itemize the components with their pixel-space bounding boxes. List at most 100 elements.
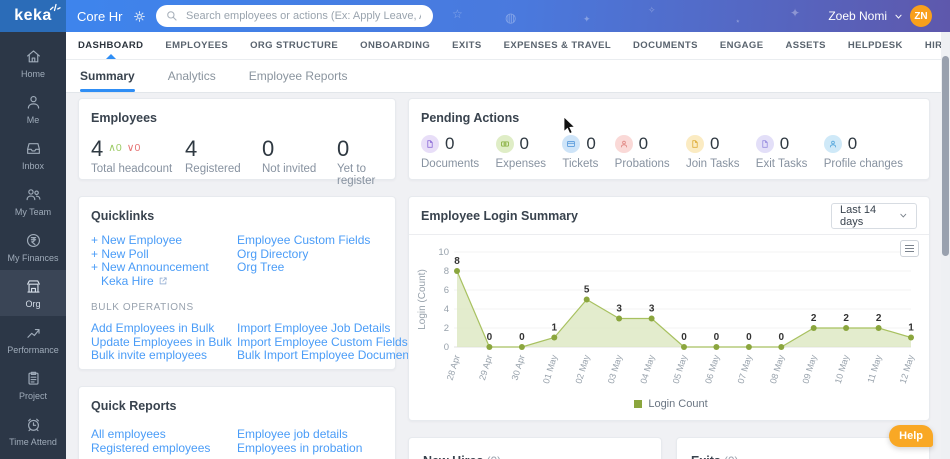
legend-swatch	[634, 400, 643, 408]
project-icon	[27, 371, 39, 385]
quick-reports-card: Quick Reports All employees Registered em…	[78, 386, 396, 459]
sidebar-item-org[interactable]: Org	[0, 270, 66, 316]
pending-action-documents[interactable]: 0 Documents	[421, 134, 479, 170]
quicklink-new-employee[interactable]: + New Employee	[91, 233, 237, 248]
sidebar-item-me[interactable]: Me	[0, 86, 66, 132]
report-link-all-employees[interactable]: All employees	[91, 427, 237, 442]
tab-org-structure[interactable]: ORG STRUCTURE	[250, 32, 338, 59]
quicklinks-card: Quicklinks + New Employee + New Poll + New…	[78, 196, 418, 370]
pending-action-join-tasks[interactable]: 0 Join Tasks	[685, 134, 739, 170]
document-icon	[427, 140, 433, 148]
svg-text:02 May: 02 May	[573, 353, 591, 385]
employee-stat-total-headcount: 4 ∧0 ∨0 Total headcount	[91, 137, 185, 187]
quicklink-new-poll[interactable]: + New Poll	[91, 247, 237, 262]
user-menu[interactable]: Zoeb Nomi ZN	[828, 0, 932, 32]
svg-text:0: 0	[746, 332, 752, 343]
bulk-link-bulk-import-employee-documents[interactable]: Bulk Import Employee Documents	[237, 348, 418, 363]
date-range-value: Last 14 days	[840, 203, 877, 228]
help-button[interactable]: Help	[889, 425, 933, 447]
scrollbar-track[interactable]	[941, 32, 950, 459]
avatar[interactable]: ZN	[910, 5, 932, 27]
sidebar-item-home[interactable]: Home	[0, 40, 66, 86]
pending-count: 0	[779, 134, 790, 153]
tab-documents[interactable]: DOCUMENTS	[633, 32, 698, 59]
stat-value: 4	[185, 136, 198, 161]
report-link-employees-in-probation[interactable]: Employees in probation	[237, 441, 383, 456]
subtab-summary[interactable]: Summary	[80, 60, 135, 92]
svg-text:08 May: 08 May	[768, 353, 786, 385]
svg-text:04 May: 04 May	[638, 353, 656, 385]
report-link-registered-employees[interactable]: Registered employees	[91, 441, 237, 456]
money-icon	[500, 141, 509, 147]
sidebar-item-time-attend[interactable]: Time Attend	[0, 408, 66, 454]
date-range-select[interactable]: Last 14 days	[831, 202, 917, 229]
data-point	[908, 334, 914, 341]
tab-assets[interactable]: ASSETS	[785, 32, 825, 59]
subtab-employee-reports[interactable]: Employee Reports	[249, 60, 348, 92]
app-name: Core Hr	[77, 8, 123, 24]
bulk-link-import-employee-custom-fields[interactable]: Import Employee Custom Fields	[237, 335, 418, 350]
keka-hire-link[interactable]: Keka Hire	[101, 274, 237, 289]
employee-stat-registered: 4 Registered	[185, 137, 262, 187]
quicklink-org-directory[interactable]: Org Directory	[237, 247, 383, 262]
sidebar-item-partial[interactable]	[0, 454, 66, 459]
tab-expenses-travel[interactable]: EXPENSES & TRAVEL	[504, 32, 611, 59]
sidebar-item-inbox[interactable]: Inbox	[0, 132, 66, 178]
employee-stat-not-invited: 0 Not invited	[262, 137, 337, 187]
login-summary-title: Employee Login Summary	[421, 208, 578, 223]
pending-action-expenses[interactable]: 0 Expenses	[495, 134, 546, 170]
left-column: Employees 4 ∧0 ∨0 Total headcount 4 Regis…	[78, 98, 418, 459]
sidebar-item-project[interactable]: Project	[0, 362, 66, 408]
bulk-link-add-employees-in-bulk[interactable]: Add Employees in Bulk	[91, 321, 237, 336]
data-point	[583, 296, 590, 303]
tab-dashboard[interactable]: DASHBOARD	[78, 32, 143, 59]
delta-up: ∧0	[108, 142, 122, 154]
subtab-analytics[interactable]: Analytics	[168, 60, 216, 92]
svg-text:0: 0	[487, 332, 493, 343]
tab-exits[interactable]: EXITS	[452, 32, 481, 59]
tab-helpdesk[interactable]: HELPDESK	[848, 32, 903, 59]
chart-legend[interactable]: Login Count	[413, 398, 929, 410]
sidebar-item-my-finances[interactable]: My Finances	[0, 224, 66, 270]
svg-text:0: 0	[779, 332, 785, 343]
quicklink-employee-custom-fields[interactable]: Employee Custom Fields	[237, 233, 383, 248]
login-chart-holder: 0 2 4 6 8 10 Login (Count) 8 0 0 1 5 3 3 0 0 0 0 2 2 2 1 28 Ap…	[413, 240, 929, 397]
user-icon	[27, 95, 39, 109]
bulk-link-bulk-invite-employees[interactable]: Bulk invite employees	[91, 348, 237, 363]
legend-label: Login Count	[648, 398, 708, 410]
sidebar-item-performance[interactable]: Performance	[0, 316, 66, 362]
pending-actions-title: Pending Actions	[421, 111, 520, 125]
quicklink-org-tree[interactable]: Org Tree	[237, 260, 383, 275]
quicklink-new-announcement[interactable]: + New Announcement	[91, 260, 237, 275]
new-hires-title: New Hires	[423, 454, 483, 459]
doodle-star: ✦	[790, 6, 801, 20]
tab-onboarding[interactable]: ONBOARDING	[360, 32, 430, 59]
quick-reports-right: Employee job details Employees in probati…	[237, 427, 383, 456]
report-link-employee-job-details[interactable]: Employee job details	[237, 427, 383, 442]
right-column: Pending Actions 0 Documents 0 Expenses 0…	[408, 98, 930, 459]
pending-action-exit-tasks[interactable]: 0 Exit Tasks	[755, 134, 807, 170]
pending-count: 0	[586, 134, 596, 153]
sidebar-item-my-team[interactable]: My Team	[0, 178, 66, 224]
keka-logo-text: keka	[14, 7, 52, 24]
chart-menu-icon[interactable]	[900, 240, 919, 257]
global-search-input[interactable]	[184, 9, 423, 23]
tab-employees[interactable]: EMPLOYEES	[165, 32, 228, 59]
data-point	[810, 325, 817, 331]
scrollbar-thumb[interactable]	[942, 56, 949, 256]
employees-card: Employees 4 ∧0 ∨0 Total headcount 4 Regis…	[78, 98, 396, 187]
bulk-link-update-employees-in-bulk[interactable]: Update Employees in Bulk	[91, 335, 237, 350]
team-icon	[26, 188, 40, 200]
gear-icon[interactable]	[133, 10, 146, 23]
user-name: Zoeb Nomi	[828, 9, 887, 23]
login-chart: 0 2 4 6 8 10 Login (Count) 8 0 0 1 5 3 3 0 0 0 0 2 2 2 1 28 Ap…	[417, 247, 916, 385]
tab-engage[interactable]: ENGAGE	[720, 32, 764, 59]
svg-text:3: 3	[616, 304, 622, 315]
svg-text:0: 0	[714, 332, 720, 343]
doodle-star: ✦	[583, 14, 591, 24]
keka-logo[interactable]: keka	[0, 0, 66, 32]
pending-action-probations[interactable]: 0 Probations	[614, 134, 670, 170]
pending-action-profile-changes[interactable]: 0 Profile changes	[823, 134, 903, 170]
pending-action-tickets[interactable]: 0 Tickets	[562, 134, 598, 170]
bulk-link-import-employee-job-details[interactable]: Import Employee Job Details	[237, 321, 418, 336]
